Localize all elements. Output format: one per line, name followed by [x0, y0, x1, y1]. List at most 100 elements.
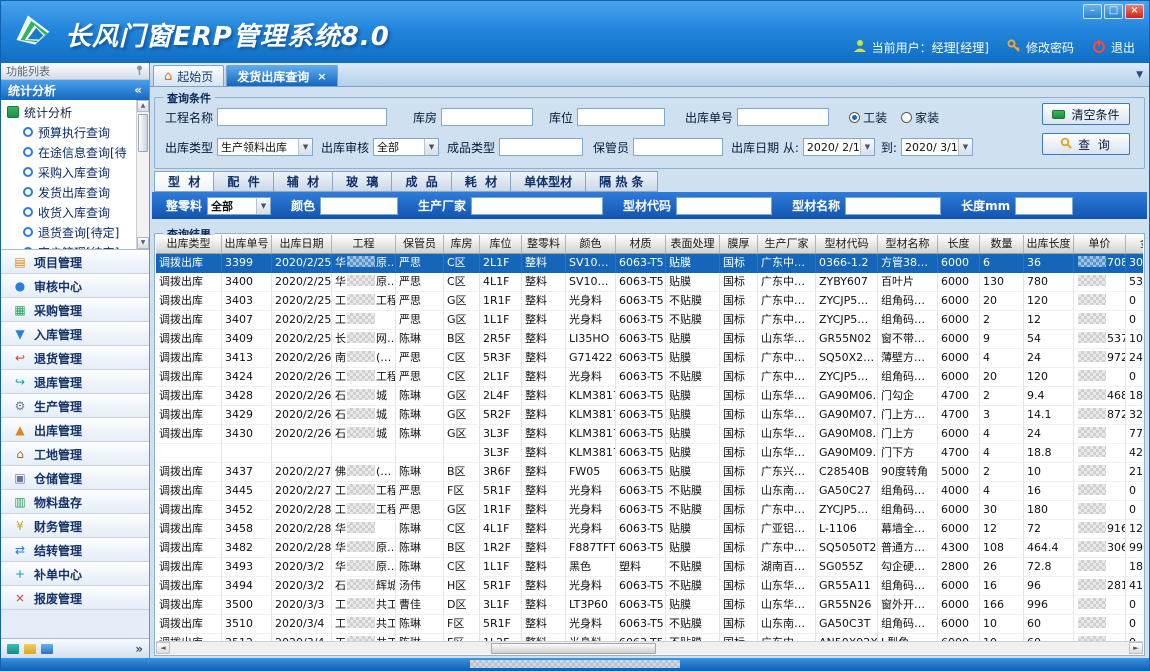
- monitor-icon[interactable]: [41, 644, 53, 654]
- table-row[interactable]: 调拨出库35002020/3/3工共工程曹佳D区3L1F整料LT3P606063…: [156, 596, 1143, 615]
- column-header[interactable]: 库房: [444, 235, 480, 254]
- stats-icon[interactable]: [7, 644, 19, 654]
- scroll-left-icon[interactable]: ◄: [156, 642, 170, 654]
- tree-item[interactable]: 采购入库查询: [1, 162, 149, 182]
- material-tab[interactable]: 单体型材: [510, 171, 586, 192]
- tree-root[interactable]: 统计分析: [1, 102, 149, 122]
- sidebar-menu-item[interactable]: ▤项目管理: [1, 250, 149, 274]
- tab-start-page[interactable]: ⌂ 起始页: [153, 65, 224, 86]
- table-row[interactable]: 调拨出库34372020/2/27佛(…陈琳B区3R6F整料FW056063-T…: [156, 463, 1143, 482]
- outbound-type-select[interactable]: 生产领料出库 ▼: [217, 138, 313, 156]
- table-row[interactable]: 调拨出库34302020/2/26石城陈琳G区3L3F整料KLM38176063…: [156, 425, 1143, 444]
- date-from-picker[interactable]: 2020/ 2/16 ▼: [803, 138, 875, 156]
- date-to-picker[interactable]: 2020/ 3/16 ▼: [901, 138, 973, 156]
- keeper-input[interactable]: [633, 138, 723, 156]
- tree-item[interactable]: 客户管理[待定]: [1, 242, 149, 250]
- change-password-link[interactable]: 修改密码: [1026, 39, 1074, 56]
- column-header[interactable]: 型材代码: [816, 235, 878, 254]
- location-input[interactable]: [577, 108, 665, 126]
- table-row[interactable]: 调拨出库33992020/2/25华原…严思C区2L1F整料SV10…6063-…: [156, 254, 1143, 273]
- scroll-down-icon[interactable]: ▼: [137, 237, 149, 249]
- column-header[interactable]: 出库长度: [1024, 235, 1074, 254]
- sidebar-menu-item[interactable]: +补单中心: [1, 562, 149, 586]
- radio-jiazhuang[interactable]: [901, 112, 912, 123]
- audit-select[interactable]: 全部 ▼: [373, 138, 439, 156]
- column-header[interactable]: 颜色: [566, 235, 616, 254]
- sidebar-menu-item[interactable]: ▼入库管理: [1, 322, 149, 346]
- tab-shipping-outbound-query[interactable]: 发货出库查询 ×: [226, 65, 337, 86]
- chevron-down-icon[interactable]: ▼: [860, 139, 874, 155]
- table-row[interactable]: 调拨出库34452020/2/27工工程严思F区5R1F整料光身料6063-T5…: [156, 482, 1143, 501]
- tree-item[interactable]: 发货出库查询: [1, 182, 149, 202]
- sidebar-menu-item[interactable]: ↩退货管理: [1, 346, 149, 370]
- table-row[interactable]: 调拨出库34522020/2/28工工程严思G区1R1F整料光身料6063-T5…: [156, 501, 1143, 520]
- table-row[interactable]: 调拨出库34942020/3/2石辉城汤伟H区5R1F整料光身料6063-T5不…: [156, 577, 1143, 596]
- close-button[interactable]: ×: [1125, 4, 1144, 19]
- table-row[interactable]: 调拨出库34282020/2/26石城陈琳G区2L4F整料KLM38176063…: [156, 387, 1143, 406]
- chevron-down-icon[interactable]: ▼: [958, 139, 972, 155]
- table-row[interactable]: 调拨出库34002020/2/25华原…严思C区4L1F整料SV10…6063-…: [156, 273, 1143, 292]
- sidebar-menu-item[interactable]: ▲出库管理: [1, 418, 149, 442]
- material-tab[interactable]: 成 品: [391, 171, 451, 192]
- sidebar-menu-item[interactable]: ▥物料盘存: [1, 490, 149, 514]
- column-header[interactable]: 工程: [332, 235, 396, 254]
- sidebar-menu-item[interactable]: ⇄结转管理: [1, 538, 149, 562]
- sidebar-menu-item[interactable]: ▦采购管理: [1, 298, 149, 322]
- table-row[interactable]: 调拨出库34582020/2/28华陈琳C区4L1F整料光身料6063-T5贴膜…: [156, 520, 1143, 539]
- table-row[interactable]: 调拨出库34292020/2/26石城陈琳G区5R2F整料KLM38176063…: [156, 406, 1143, 425]
- maker-input[interactable]: [471, 197, 603, 215]
- sidebar-menu-item[interactable]: ↪退库管理: [1, 370, 149, 394]
- table-row[interactable]: 调拨出库34242020/2/26工工程严思C区2L1F整料光身料6063-T5…: [156, 368, 1143, 387]
- product-type-input[interactable]: [499, 138, 583, 156]
- scroll-right-icon[interactable]: ►: [1129, 642, 1143, 654]
- sidebar-menu-item[interactable]: ●审核中心: [1, 274, 149, 298]
- column-header[interactable]: 生产厂家: [758, 235, 816, 254]
- tree-group-header[interactable]: 统计分析 «: [1, 80, 149, 100]
- collapse-icon[interactable]: «: [134, 83, 142, 97]
- warehouse-input[interactable]: [441, 108, 533, 126]
- minimize-button[interactable]: –: [1083, 4, 1102, 19]
- chevron-down-icon[interactable]: ▼: [1136, 70, 1143, 80]
- column-header[interactable]: 整零料: [522, 235, 566, 254]
- column-header[interactable]: 材质: [616, 235, 666, 254]
- scrollbar-thumb[interactable]: [491, 643, 656, 654]
- horizontal-scrollbar[interactable]: ◄ ►: [156, 641, 1143, 654]
- color-input[interactable]: [320, 197, 398, 215]
- column-header[interactable]: 膜厚: [720, 235, 758, 254]
- sidebar-menu-item[interactable]: ⌂工地管理: [1, 442, 149, 466]
- table-row[interactable]: 调拨出库34132020/2/26南(…严思C区5R3F整料G714226063…: [156, 349, 1143, 368]
- query-button[interactable]: 查 询: [1042, 133, 1130, 155]
- clear-conditions-button[interactable]: 清空条件: [1042, 103, 1130, 125]
- column-header[interactable]: 出库单号: [222, 235, 272, 254]
- chevron-down-icon[interactable]: ▼: [298, 139, 312, 155]
- folder-icon[interactable]: [24, 644, 36, 654]
- column-header[interactable]: 出库类型: [156, 235, 222, 254]
- logout-button[interactable]: 退出: [1111, 39, 1135, 56]
- chevron-down-icon[interactable]: ▼: [256, 198, 270, 214]
- material-tab[interactable]: 耗 材: [451, 171, 511, 192]
- tree-scrollbar[interactable]: ▲ ▼: [136, 100, 149, 249]
- radio-gongzhuang[interactable]: [849, 112, 860, 123]
- column-header[interactable]: 出库日期: [272, 235, 332, 254]
- material-tab[interactable]: 玻 璃: [332, 171, 392, 192]
- table-row[interactable]: 调拨出库34072020/2/25工严思G区1L1F整料光身料6063-T5不贴…: [156, 311, 1143, 330]
- sidebar-menu-item[interactable]: ¥财务管理: [1, 514, 149, 538]
- scroll-up-icon[interactable]: ▲: [137, 100, 149, 112]
- whole-part-select[interactable]: 全部 ▼: [207, 197, 271, 215]
- table-row[interactable]: 调拨出库34932020/3/2华原…陈琳C区1L1F整料黑色塑料不贴膜国标湖南…: [156, 558, 1143, 577]
- material-tab[interactable]: 辅 材: [273, 171, 333, 192]
- column-header[interactable]: 数量: [980, 235, 1024, 254]
- project-name-input[interactable]: [217, 108, 387, 126]
- tree-item[interactable]: 收货入库查询: [1, 202, 149, 222]
- scrollbar-thumb[interactable]: [138, 114, 148, 152]
- column-header[interactable]: 表面处理: [666, 235, 720, 254]
- tab-close-icon[interactable]: ×: [317, 70, 326, 83]
- profile-name-input[interactable]: [845, 197, 941, 215]
- column-header[interactable]: 单价: [1074, 235, 1126, 254]
- table-row[interactable]: 调拨出库34092020/2/25长网…陈琳B区2R5F整料LI35HO6063…: [156, 330, 1143, 349]
- length-input[interactable]: [1015, 197, 1073, 215]
- table-row[interactable]: 3L3F整料KLM38176063-T5贴膜国标山东华…GA90M09…门下方4…: [156, 444, 1143, 463]
- pin-icon[interactable]: [135, 65, 144, 78]
- table-row[interactable]: 调拨出库34032020/2/25工工程严思G区1R1F整料光身料6063-T5…: [156, 292, 1143, 311]
- tree-item[interactable]: 预算执行查询: [1, 122, 149, 142]
